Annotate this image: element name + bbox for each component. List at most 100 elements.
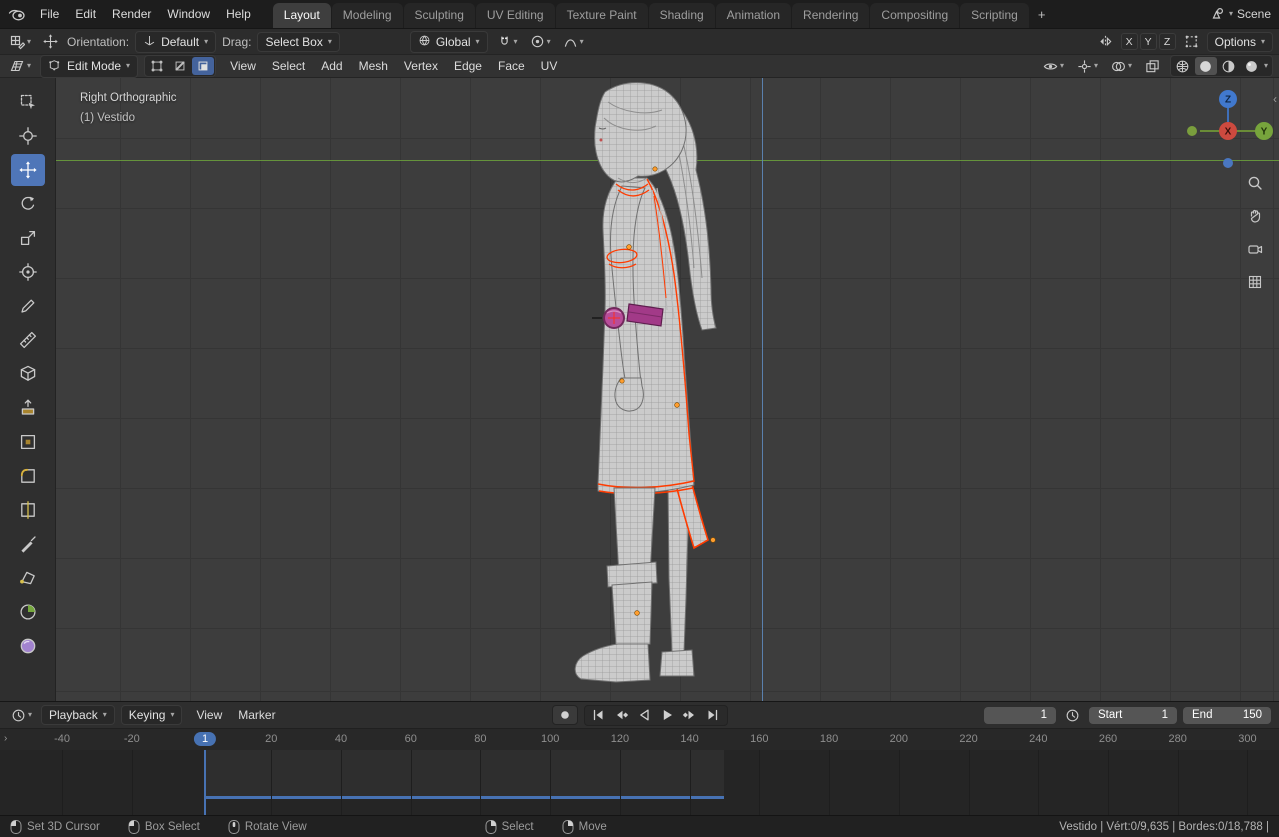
- visibility-dropdown[interactable]: ▾: [1040, 57, 1067, 76]
- workspace-tab-layout[interactable]: Layout: [272, 3, 331, 28]
- blender-logo-icon[interactable]: [8, 5, 26, 23]
- solid-shading-button[interactable]: [1194, 57, 1217, 75]
- viewport-menu-mesh[interactable]: Mesh: [351, 55, 396, 77]
- workspace-tab-compositing[interactable]: Compositing: [870, 3, 960, 28]
- mesh-model-vestido[interactable]: [56, 78, 1279, 701]
- viewport-menu-uv[interactable]: UV: [533, 55, 566, 77]
- tool-bevel[interactable]: [11, 460, 45, 492]
- tool-select-box[interactable]: [11, 86, 45, 118]
- snapping-dropdown-caret[interactable]: ▾: [514, 37, 518, 46]
- tool-inset-faces[interactable]: [11, 426, 45, 458]
- end-frame-field[interactable]: End 150: [1183, 706, 1271, 724]
- editor-type-button[interactable]: ▾: [6, 32, 34, 52]
- viewport-3d[interactable]: Right Orthographic (1) Vestido Y Z X ‹: [0, 78, 1279, 701]
- viewport-menu-select[interactable]: Select: [264, 55, 313, 77]
- zoom-icon[interactable]: [1242, 170, 1268, 196]
- jump-to-start-button[interactable]: [587, 706, 610, 725]
- tool-spin[interactable]: [11, 596, 45, 628]
- scene-area[interactable]: Right Orthographic (1) Vestido Y Z X ‹: [56, 78, 1279, 701]
- viewport-menu-edge[interactable]: Edge: [446, 55, 490, 77]
- workspace-tab-shading[interactable]: Shading: [648, 3, 715, 28]
- mirror-x-toggle[interactable]: X: [1120, 33, 1138, 50]
- mirror-y-toggle[interactable]: Y: [1139, 33, 1157, 50]
- workspace-tab-scripting[interactable]: Scripting: [960, 3, 1029, 28]
- tool-add-cube[interactable]: [11, 358, 45, 390]
- viewport-menu-add[interactable]: Add: [313, 55, 350, 77]
- pan-hand-icon[interactable]: [1242, 203, 1268, 229]
- ortho-grid-icon[interactable]: [1242, 269, 1268, 295]
- tool-rotate[interactable]: [11, 188, 45, 220]
- menu-edit[interactable]: Edit: [67, 3, 104, 25]
- overlays-dropdown[interactable]: ▾: [1108, 57, 1135, 76]
- current-frame-field[interactable]: 1: [984, 706, 1056, 724]
- workspace-tab-rendering[interactable]: Rendering: [792, 3, 870, 28]
- workspace-tab-sculpting[interactable]: Sculpting: [403, 3, 475, 28]
- play-reverse-button[interactable]: [633, 706, 656, 725]
- tool-move[interactable]: [10, 154, 45, 186]
- editor-type-3dview-button[interactable]: ▾: [6, 56, 34, 76]
- transform-orientation-dropdown[interactable]: Global ▾: [409, 30, 488, 53]
- timeline-tracks[interactable]: [0, 750, 1279, 815]
- playback-dropdown[interactable]: Playback ▾: [41, 705, 115, 725]
- menu-file[interactable]: File: [32, 3, 67, 25]
- xray-toggle[interactable]: [1142, 57, 1163, 76]
- tool-cursor[interactable]: [11, 120, 45, 152]
- tool-extrude-region[interactable]: [11, 392, 45, 424]
- edge-select-button[interactable]: [169, 57, 191, 75]
- menu-render[interactable]: Render: [104, 3, 159, 25]
- sidebar-toggle-arrow[interactable]: ‹: [1273, 92, 1277, 106]
- keying-dropdown[interactable]: Keying ▾: [120, 705, 183, 725]
- shading-dropdown-caret[interactable]: ▾: [1264, 62, 1268, 70]
- material-shading-button[interactable]: [1218, 57, 1240, 75]
- tool-loop-cut[interactable]: [11, 494, 45, 526]
- workspace-tab-texture-paint[interactable]: Texture Paint: [555, 3, 648, 28]
- drag-dropdown[interactable]: Select Box ▾: [257, 31, 340, 52]
- next-keyframe-button[interactable]: [679, 706, 702, 725]
- workspace-tab-uv-editing[interactable]: UV Editing: [475, 3, 555, 28]
- options-dropdown[interactable]: Options ▾: [1206, 31, 1273, 52]
- falloff-curve-icon[interactable]: ▾: [560, 32, 587, 51]
- proportional-editing-icon[interactable]: ▾: [527, 32, 554, 51]
- timeline-ruler[interactable]: › -40 -20 20 40 60 80 100 120 140 160 180 200 220 240…: [0, 728, 1279, 750]
- tool-annotate[interactable]: [11, 290, 45, 322]
- vertex-select-button[interactable]: [146, 57, 168, 75]
- menu-window[interactable]: Window: [159, 3, 218, 25]
- viewport-menu-view[interactable]: View: [222, 55, 264, 77]
- play-button[interactable]: [656, 706, 679, 725]
- jump-to-end-button[interactable]: [702, 706, 725, 725]
- timeline-editor-type-button[interactable]: ▾: [8, 706, 35, 725]
- mirror-z-toggle[interactable]: Z: [1158, 33, 1176, 50]
- camera-view-icon[interactable]: [1242, 236, 1268, 262]
- viewport-menu-face[interactable]: Face: [490, 55, 533, 77]
- snap-magnet-icon[interactable]: ▾: [494, 32, 521, 51]
- tool-smooth[interactable]: [11, 630, 45, 662]
- tool-poly-build[interactable]: [11, 562, 45, 594]
- workspace-tab-animation[interactable]: Animation: [715, 3, 792, 28]
- preview-range-clock-icon[interactable]: [1062, 706, 1083, 725]
- tool-measure[interactable]: [11, 324, 45, 356]
- gizmo-neg-y-ball[interactable]: [1187, 126, 1197, 136]
- wireframe-shading-button[interactable]: [1172, 57, 1194, 75]
- prev-keyframe-button[interactable]: [610, 706, 633, 725]
- timeline-playhead[interactable]: [204, 750, 206, 815]
- menu-help[interactable]: Help: [218, 3, 259, 25]
- falloff-dropdown-caret[interactable]: ▾: [580, 37, 584, 46]
- orientation-gizmo[interactable]: Y Z X: [1180, 85, 1276, 171]
- snap-cage-icon[interactable]: [1181, 32, 1202, 51]
- show-gizmo-dropdown[interactable]: ▾: [1074, 57, 1101, 76]
- autokey-button[interactable]: [551, 705, 578, 725]
- current-frame-badge[interactable]: 1: [193, 731, 217, 746]
- rendered-shading-button[interactable]: [1241, 57, 1263, 75]
- timeline-menu-marker[interactable]: Marker: [230, 704, 283, 726]
- timeline-expand-arrow[interactable]: ›: [4, 733, 7, 744]
- tool-knife[interactable]: [11, 528, 45, 560]
- tool-transform[interactable]: [11, 256, 45, 288]
- add-workspace-button[interactable]: +: [1029, 4, 1055, 25]
- face-select-button[interactable]: [192, 57, 215, 75]
- workspace-tab-modeling[interactable]: Modeling: [331, 3, 403, 28]
- scene-selector[interactable]: ▾ Scene: [1209, 5, 1271, 24]
- mode-dropdown[interactable]: Edit Mode ▾: [40, 54, 139, 78]
- viewport-menu-vertex[interactable]: Vertex: [396, 55, 446, 77]
- start-frame-field[interactable]: Start 1: [1089, 706, 1177, 724]
- gizmo-neg-z-ball[interactable]: [1223, 158, 1233, 168]
